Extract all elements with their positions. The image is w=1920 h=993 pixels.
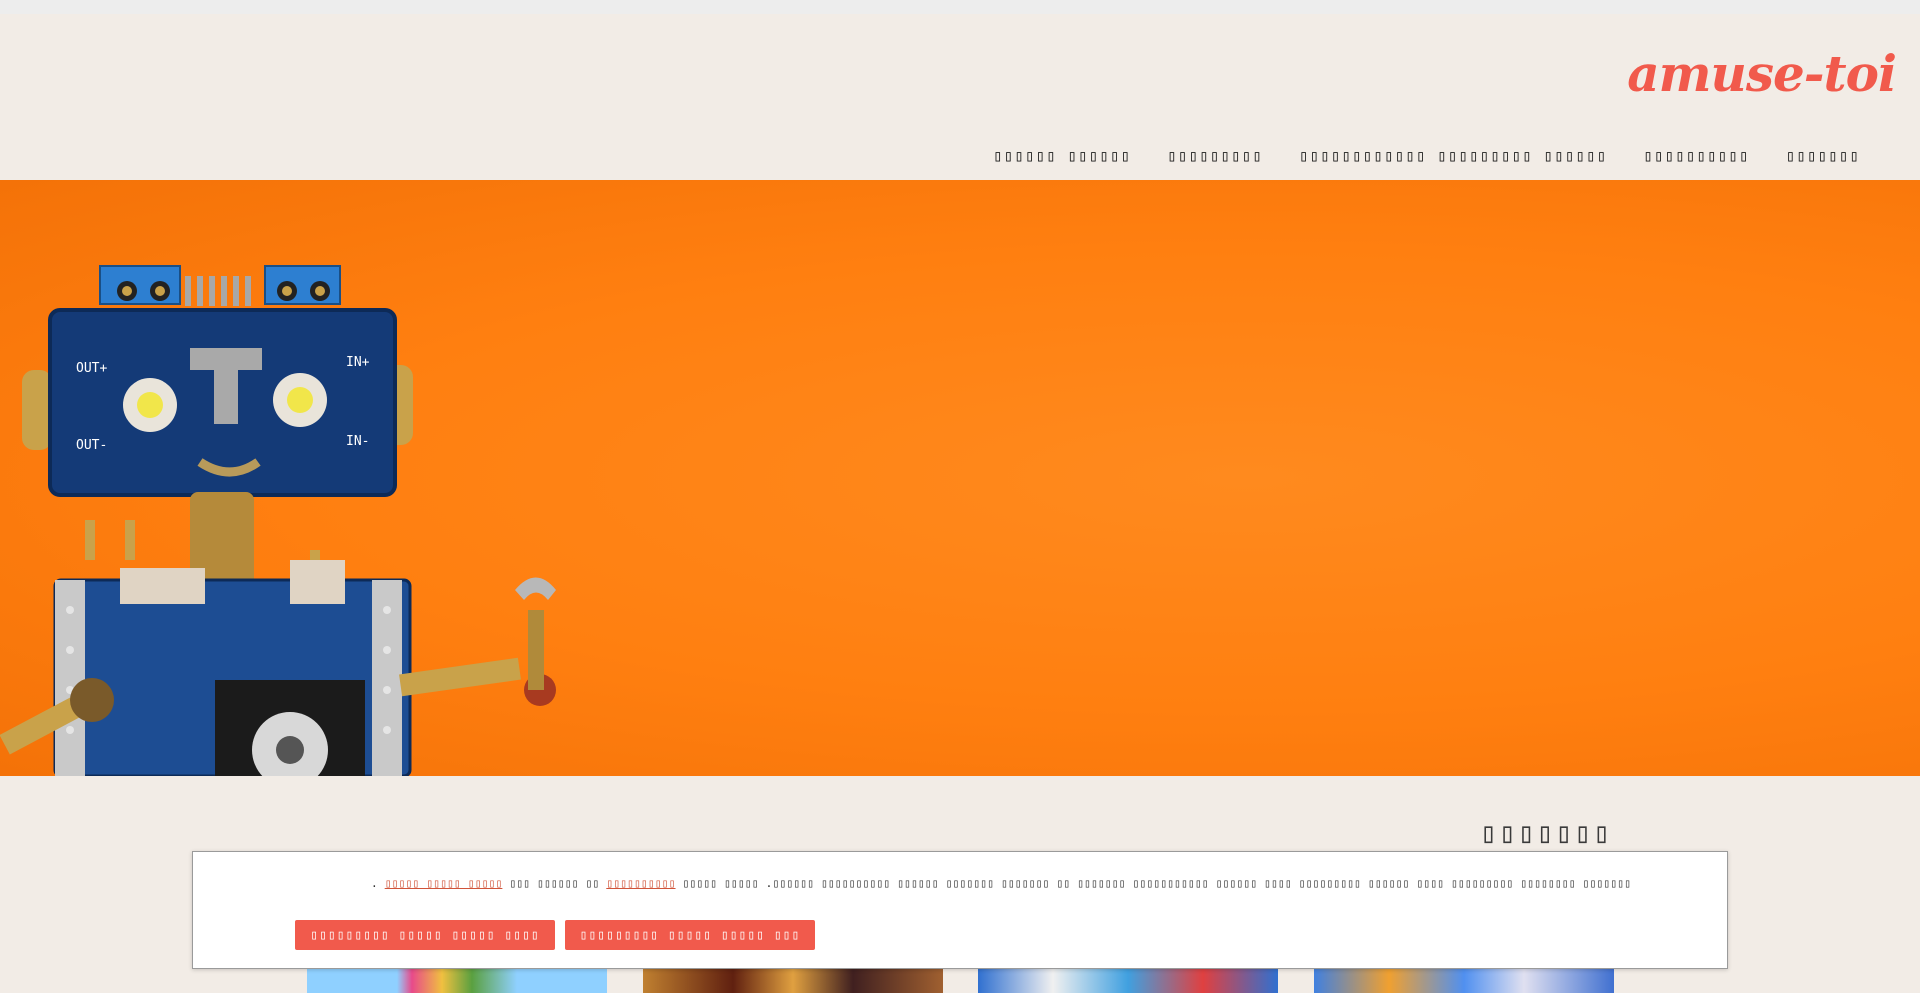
nav-item-2[interactable]: ▯▯▯▯▯▯▯▯▯▯ bbox=[1643, 146, 1749, 165]
top-strip bbox=[0, 0, 1920, 14]
svg-text:OUT+: OUT+ bbox=[76, 361, 107, 376]
accept-cookies-button[interactable]: ▯▯▯▯▯▯▯▯▯ ▯▯▯▯▯ ▯▯▯▯▯ ▯▯▯ bbox=[565, 920, 815, 950]
section-title: ▯▯▯▯▯▯▯ bbox=[1479, 816, 1612, 849]
game-card-1[interactable] bbox=[307, 968, 607, 993]
svg-text:IN+: IN+ bbox=[346, 355, 370, 370]
cookie-link-partners[interactable]: ▯▯▯▯▯▯▯▯▯▯ bbox=[606, 876, 675, 890]
nav-item-5[interactable]: ▯▯▯▯▯▯ ▯▯▯▯▯▯ bbox=[993, 146, 1131, 165]
game-card-4[interactable] bbox=[1314, 968, 1614, 993]
main-nav: ▯▯▯▯▯▯▯ ▯▯▯▯▯▯▯▯▯▯ ▯▯▯▯▯▯▯▯▯▯▯▯ ▯▯▯▯▯▯▯▯… bbox=[993, 146, 1860, 165]
nav-item-3[interactable]: ▯▯▯▯▯▯▯▯▯▯▯▯ ▯▯▯▯▯▯▯▯▯ ▯▯▯▯▯▯ bbox=[1299, 146, 1607, 165]
svg-text:OUT-: OUT- bbox=[76, 438, 107, 453]
nav-item-1[interactable]: ▯▯▯▯▯▯▯ bbox=[1786, 146, 1860, 165]
site-header: amuse-toi ▯▯▯▯▯▯▯ ▯▯▯▯▯▯▯▯▯▯ ▯▯▯▯▯▯▯▯▯▯▯… bbox=[0, 14, 1920, 180]
cookie-consent-banner: ▯▯▯▯▯▯▯ ▯▯▯▯▯▯▯▯ ▯▯▯▯▯▯▯▯▯ ▯▯▯▯ ▯▯▯▯▯▯ ▯… bbox=[192, 851, 1728, 969]
cookie-link-policy[interactable]: ▯▯▯▯▯ ▯▯▯▯▯ ▯▯▯▯▯ bbox=[385, 876, 503, 890]
reject-cookies-button[interactable]: ▯▯▯▯▯▯▯▯▯ ▯▯▯▯▯ ▯▯▯▯▯ ▯▯▯▯ bbox=[295, 920, 555, 950]
site-logo[interactable]: amuse-toi bbox=[1627, 44, 1897, 103]
game-card-3[interactable] bbox=[978, 968, 1278, 993]
robot-illustration: OUT+ IN+ OUT- IN- bbox=[0, 265, 556, 776]
cookie-text-main: ▯▯▯▯▯▯▯ ▯▯▯▯▯▯▯▯ ▯▯▯▯▯▯▯▯▯ ▯▯▯▯ ▯▯▯▯▯▯ ▯… bbox=[682, 876, 1631, 890]
cookie-text-end: . bbox=[370, 876, 378, 890]
svg-text:IN-: IN- bbox=[346, 434, 369, 449]
game-cards-row bbox=[0, 968, 1920, 993]
cookie-text-mid: ▯▯ ▯▯▯▯▯▯ ▯▯▯ bbox=[509, 876, 600, 890]
game-card-2[interactable] bbox=[643, 968, 943, 993]
hero-banner: OUT+ IN+ OUT- IN- bbox=[0, 180, 1920, 776]
nav-item-4[interactable]: ▯▯▯▯▯▯▯▯▯ bbox=[1167, 146, 1263, 165]
cookie-consent-text: ▯▯▯▯▯▯▯ ▯▯▯▯▯▯▯▯ ▯▯▯▯▯▯▯▯▯ ▯▯▯▯ ▯▯▯▯▯▯ ▯… bbox=[371, 876, 1631, 890]
